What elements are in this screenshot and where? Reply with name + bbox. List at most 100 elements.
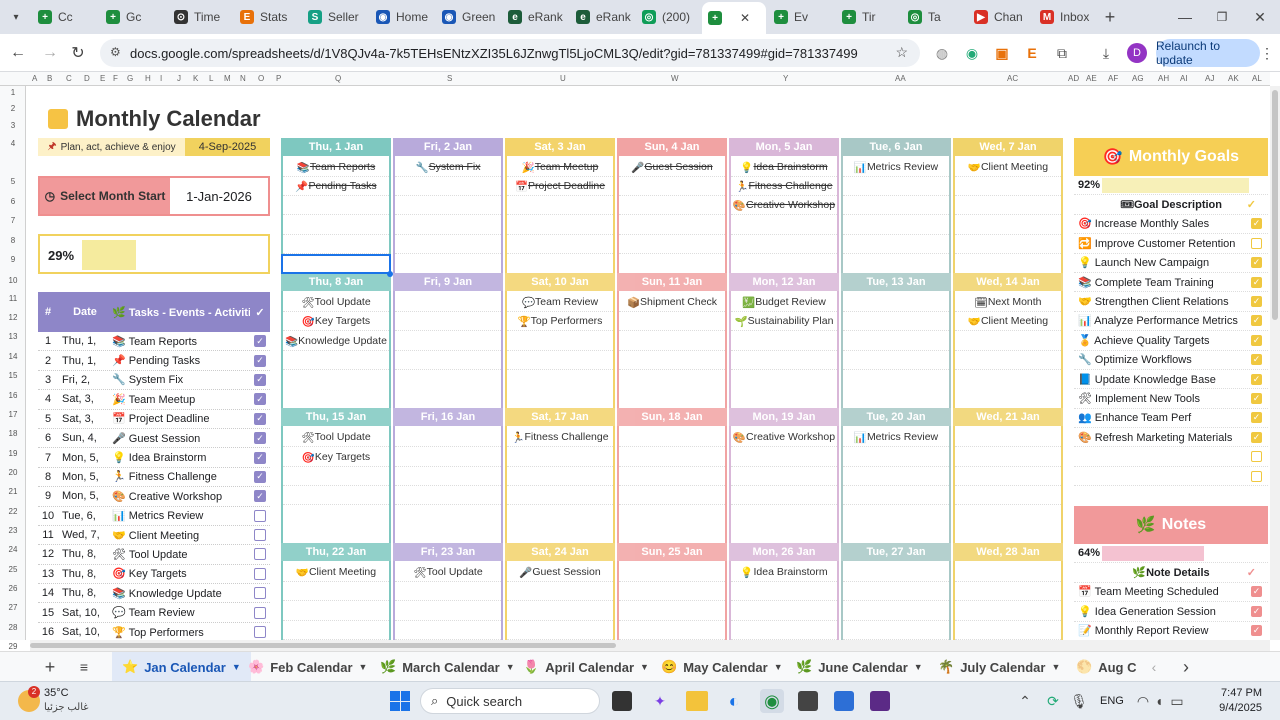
row-number[interactable]: 19 [0, 449, 26, 458]
row-number[interactable]: 20 [0, 468, 26, 477]
browser-tab[interactable]: + Tir [836, 4, 898, 30]
column-letter[interactable]: W [671, 74, 679, 83]
goal-name[interactable]: 👥 Enhance Team Perf [1074, 411, 1251, 424]
task-checkbox[interactable] [254, 626, 266, 639]
task-name[interactable]: 🔧 System Fix [108, 373, 250, 386]
task-checkbox[interactable] [254, 548, 266, 561]
new-tab-button[interactable]: + [1100, 7, 1120, 27]
task-name[interactable]: 📌 Pending Tasks [108, 354, 250, 367]
task-name[interactable]: 🎉 Team Meetup [108, 393, 250, 406]
extension-e-icon[interactable]: ▣ [992, 43, 1012, 63]
extension-globe-icon[interactable]: ◍ [932, 43, 952, 63]
task-name[interactable]: 💬 Team Review [108, 606, 250, 619]
volume-icon[interactable]: ◖ [1150, 691, 1168, 711]
tray-chevron-icon[interactable]: ⌃ [1016, 691, 1034, 711]
task-name[interactable]: 🎤 Guest Session [108, 432, 250, 445]
goal-name[interactable]: 🛠 Implement New Tools [1074, 392, 1251, 405]
app-icon[interactable] [798, 691, 818, 711]
sheet-tab[interactable]: 🌕 Aug C [1076, 652, 1136, 682]
column-letter[interactable]: I [160, 74, 162, 83]
row-number[interactable]: 18 [0, 429, 26, 438]
extension-erank-icon[interactable]: E [1022, 43, 1042, 63]
task-checkbox[interactable] [254, 567, 266, 580]
goal-checkbox[interactable]: ✓ [1251, 334, 1262, 346]
day-event[interactable]: 🎉 Team Meetup [507, 158, 613, 178]
task-name[interactable]: 🎨 Creative Workshop [108, 490, 250, 503]
day-event[interactable]: 🎨 Creative Workshop [731, 428, 837, 448]
row-number[interactable]: 28 [0, 623, 26, 632]
selected-cell[interactable] [281, 254, 391, 274]
day-event[interactable]: 🎨 Creative Workshop [731, 196, 837, 216]
reload-icon[interactable]: ↻ [68, 43, 88, 63]
scroll-tabs-left-icon[interactable]: ‹ [1144, 657, 1164, 677]
day-event[interactable]: 🤝 Client Meeting [955, 312, 1061, 332]
day-event[interactable]: 🏃 Fitness Challenge [731, 177, 837, 197]
task-checkbox[interactable]: ✓ [254, 432, 266, 445]
vertical-scrollbar[interactable] [1270, 86, 1280, 640]
day-event[interactable]: 🏃 Fitness Challenge [507, 428, 613, 448]
goal-name[interactable]: 🤝 Strengthen Client Relations [1074, 295, 1251, 308]
restore-icon[interactable]: ❐ [1212, 7, 1232, 27]
column-letter[interactable]: Y [783, 74, 788, 83]
task-checkbox[interactable]: ✓ [254, 373, 266, 386]
column-letter[interactable]: Q [335, 74, 341, 83]
goal-name[interactable]: 🔧 Optimize Workflows [1074, 353, 1251, 366]
sheet-tab[interactable]: 🌿 June Calendar ▼ [796, 652, 923, 682]
task-name[interactable]: 📚 Team Reports [108, 335, 250, 348]
download-icon[interactable]: ⤓ [1096, 43, 1116, 63]
column-letter[interactable]: H [145, 74, 151, 83]
goal-checkbox[interactable]: ✓ [1251, 354, 1262, 366]
task-checkbox[interactable] [254, 606, 266, 619]
browser-tab[interactable]: ◎ Ta [902, 4, 964, 30]
tab-search-icon[interactable]: ▾ [6, 9, 26, 25]
battery-icon[interactable]: ▭ [1168, 691, 1186, 711]
add-sheet-button[interactable]: + [40, 657, 60, 677]
day-event[interactable]: 🛠 Tool Update [283, 293, 389, 313]
site-info-icon[interactable]: ⚙ [110, 45, 121, 59]
task-name[interactable]: 🏆 Top Performers [108, 626, 250, 639]
column-letter[interactable]: G [127, 74, 133, 83]
task-view-icon[interactable] [612, 691, 632, 711]
all-sheets-icon[interactable]: ≡ [74, 657, 94, 677]
browser-tab[interactable]: ⊙ Time [168, 4, 230, 30]
browser-tab[interactable]: ◉ Home [370, 4, 432, 30]
goal-name[interactable]: 📘 Update Knowledge Base [1074, 373, 1251, 386]
task-checkbox[interactable]: ✓ [254, 490, 266, 503]
month-start-selector[interactable]: ◷ Select Month Start 1-Jan-2026 [38, 176, 270, 216]
column-letter[interactable]: AJ [1205, 74, 1214, 83]
column-letter[interactable]: K [193, 74, 198, 83]
relaunch-button[interactable]: Relaunch to update [1156, 39, 1260, 67]
day-event[interactable]: 📚 Team Reports [283, 158, 389, 178]
day-event[interactable]: 📌 Pending Tasks [283, 177, 389, 197]
note-checkbox[interactable]: ✓ [1251, 605, 1262, 617]
task-name[interactable]: 🛠 Tool Update [108, 548, 250, 561]
goal-checkbox[interactable]: ✓ [1251, 218, 1262, 230]
day-event[interactable]: 🎤 Guest Session [619, 158, 725, 178]
goal-name[interactable]: 🎯 Increase Monthly Sales [1074, 217, 1251, 230]
browser-tab[interactable]: S Seller [302, 4, 364, 30]
column-letter[interactable]: E [100, 74, 105, 83]
day-event[interactable]: 📚 Knowledge Update [283, 332, 389, 352]
task-checkbox[interactable]: ✓ [254, 335, 266, 348]
column-letter[interactable]: S [447, 74, 452, 83]
task-name[interactable]: 💡 Idea Brainstorm [108, 451, 250, 464]
column-letter[interactable]: AH [1158, 74, 1169, 83]
note-checkbox[interactable]: ✓ [1251, 625, 1262, 637]
extension-vpn-icon[interactable]: ◉ [962, 43, 982, 63]
close-window-icon[interactable]: ✕ [1250, 7, 1270, 27]
row-number[interactable]: 15 [0, 371, 26, 380]
day-event[interactable]: 🎤 Guest Session [507, 563, 613, 583]
microphone-icon[interactable]: 🎙 [1070, 691, 1088, 711]
day-event[interactable]: 🛠 Tool Update [283, 428, 389, 448]
note-checkbox[interactable]: ✓ [1251, 586, 1262, 598]
back-icon[interactable]: ← [8, 43, 28, 63]
browser-tab[interactable]: + ✕ [702, 2, 766, 34]
column-letter[interactable]: L [209, 74, 213, 83]
task-checkbox[interactable]: ✓ [254, 451, 266, 464]
row-number[interactable]: 26 [0, 584, 26, 593]
row-number[interactable]: 9 [0, 255, 26, 264]
note-name[interactable]: 📝 Monthly Report Review [1074, 624, 1251, 637]
column-letter[interactable]: O [258, 74, 264, 83]
row-number[interactable]: 13 [0, 332, 26, 341]
row-number[interactable]: 8 [0, 236, 26, 245]
